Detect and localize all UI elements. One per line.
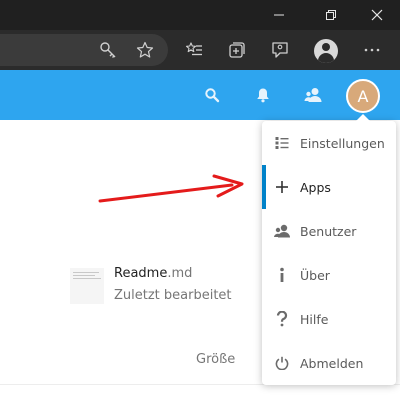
menu-item-label: Einstellungen	[300, 135, 385, 151]
menu-item-apps[interactable]: Apps	[262, 165, 396, 209]
info-icon	[274, 267, 290, 283]
restore-button[interactable]	[308, 0, 354, 30]
thumbnail-text-line	[73, 272, 99, 273]
help-icon	[274, 311, 290, 327]
key-icon[interactable]	[96, 38, 120, 62]
power-icon	[274, 355, 290, 371]
file-extension: .md	[167, 266, 193, 281]
browser-profile-avatar[interactable]	[314, 39, 338, 63]
user-menu: Einstellungen Apps Benutzer Über Hilfe A…	[262, 121, 396, 385]
plus-icon	[274, 179, 290, 195]
notifications-bell-icon[interactable]	[253, 85, 273, 105]
feedback-icon[interactable]	[268, 38, 292, 62]
menu-item-einstellungen[interactable]: Einstellungen	[262, 121, 396, 165]
close-button[interactable]	[354, 0, 400, 30]
menu-item-benutzer[interactable]: Benutzer	[262, 209, 396, 253]
users-icon	[274, 223, 290, 239]
collections-icon[interactable]	[225, 38, 249, 62]
file-thumbnail[interactable]	[70, 268, 104, 304]
app-header	[0, 70, 400, 120]
menu-item-label: Benutzer	[300, 223, 357, 239]
menu-item-label: Über	[300, 267, 330, 283]
minimize-button[interactable]	[256, 0, 302, 30]
thumbnail-text-line	[73, 275, 95, 276]
search-icon[interactable]	[202, 85, 222, 105]
profile-body-shape	[318, 53, 334, 63]
favorite-star-icon[interactable]	[133, 38, 157, 62]
menu-item-label: Abmelden	[300, 355, 364, 371]
close-icon	[371, 9, 383, 21]
menu-item-abmelden[interactable]: Abmelden	[262, 341, 396, 385]
size-column-header[interactable]: Größe	[196, 352, 235, 367]
file-modified-text: Zuletzt bearbeitet	[114, 288, 232, 303]
menu-pointer	[355, 114, 371, 122]
menu-item-label: Apps	[300, 179, 331, 195]
annotation-arrow	[98, 174, 244, 203]
thumbnail-text-line	[73, 278, 101, 279]
menu-item-label: Hilfe	[300, 311, 329, 327]
favorites-icon[interactable]	[182, 38, 206, 62]
browser-toolbar	[0, 30, 400, 70]
file-name[interactable]: Readme.md	[114, 266, 192, 281]
menu-item-ueber[interactable]: Über	[262, 253, 396, 297]
user-avatar[interactable]: A	[346, 79, 380, 113]
profile-head-shape	[322, 43, 330, 51]
minimize-icon	[274, 14, 284, 16]
menu-item-hilfe[interactable]: Hilfe	[262, 297, 396, 341]
settings-list-icon	[274, 135, 290, 151]
contacts-icon[interactable]	[303, 85, 323, 105]
screenshot: A Readme.md Zuletzt bearbeitet Größe Ein…	[0, 0, 400, 400]
file-basename: Readme	[114, 266, 168, 281]
more-options-icon[interactable]	[360, 38, 384, 62]
browser-titlebar	[0, 0, 400, 30]
restore-icon	[326, 10, 336, 20]
